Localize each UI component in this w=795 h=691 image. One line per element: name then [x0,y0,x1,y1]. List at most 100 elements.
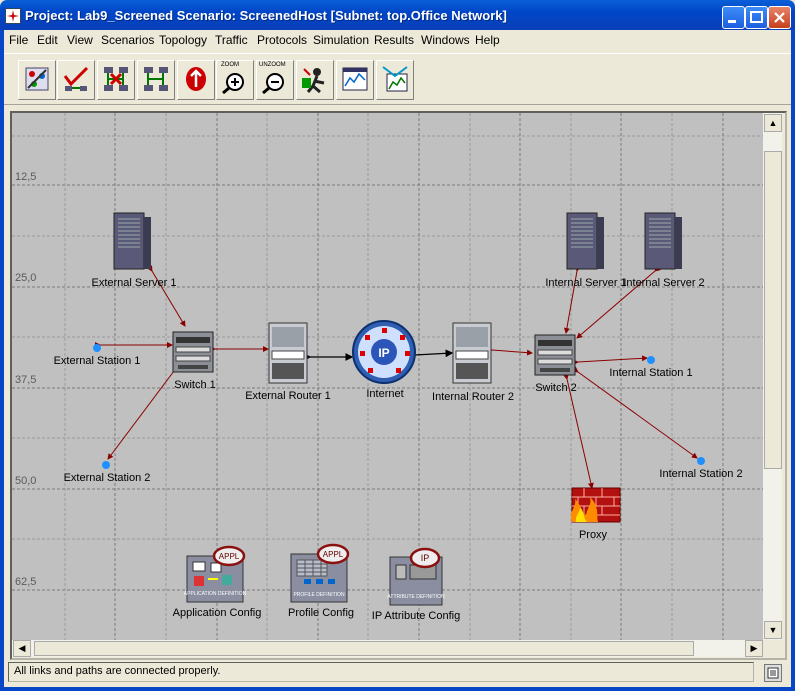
internal-server-2-icon[interactable] [644,212,682,270]
object-palette-button[interactable] [18,60,56,100]
application-appl-badge: APPL [219,552,240,561]
menu-traffic[interactable]: Traffic [215,33,248,47]
zoom-label: ZOOM [221,62,239,68]
toolbar: ZOOM UNZOOM [4,53,791,105]
profile-config-label: Profile Config [287,607,355,619]
horizontal-scroll-thumb[interactable] [34,641,694,656]
status-log-icon[interactable] [764,664,782,682]
hide-graphs-button[interactable] [376,60,414,100]
unzoom-button[interactable]: UNZOOM [256,60,294,100]
menu-windows[interactable]: Windows [421,33,470,47]
switch-1-icon[interactable] [172,331,214,373]
internal-router-2-label: Internal Router 2 [432,391,514,403]
maximize-button[interactable] [745,6,768,29]
external-server-1-label: External Server 1 [91,277,177,289]
menu-edit[interactable]: Edit [37,33,58,47]
configure-simulation-button[interactable] [296,60,334,100]
y-axis-label-1: 12,5 [15,171,37,183]
proxy-firewall-icon[interactable] [570,487,621,523]
link-switch2-int-station1[interactable] [572,355,648,366]
y-axis-label-3: 37,5 [15,374,37,386]
internal-station-1-icon[interactable] [647,356,655,364]
y-axis-label-5: 62,5 [15,576,37,588]
view-results-button[interactable] [336,60,374,100]
vertical-scroll-thumb[interactable] [764,151,782,469]
attribute-definition-text: ATTRIBUTE DEFINITION [387,594,445,600]
fail-link-button[interactable] [97,60,135,100]
network-canvas[interactable]: IP APPLICATION DEFINITION APPL PROFILE D… [12,113,763,640]
hide-graphs-icon [382,66,408,92]
check-links-button[interactable] [57,60,95,100]
minimize-icon [728,20,736,23]
y-axis-label-2: 25,0 [15,272,37,284]
link-ext-station2-switch1[interactable] [107,365,180,460]
minimize-button[interactable] [722,6,745,29]
internal-router-2-icon[interactable] [452,322,492,384]
menu-bar: File Edit View Scenarios Topology Traffi… [4,30,791,50]
application-config-icon[interactable]: APPLICATION DEFINITION APPL [184,545,247,603]
close-icon [774,12,785,23]
internet-ip-badge: IP [378,346,389,360]
zoom-icon [222,73,244,94]
switch-2-icon[interactable] [534,334,576,376]
internal-station-1-label: Internal Station 1 [609,367,693,379]
scroll-up-button[interactable]: ▲ [764,114,782,132]
close-button[interactable] [768,6,791,29]
ip-attribute-ip-badge: IP [421,553,430,563]
unzoom-icon [262,73,284,94]
scroll-right-button[interactable]: ▶ [745,640,763,657]
menu-file[interactable]: File [9,33,28,47]
fail-link-icon [104,67,128,91]
internal-station-2-label: Internal Station 2 [659,468,743,480]
link-switch2-int-station2[interactable] [572,366,698,459]
status-bar: All links and paths are connected proper… [8,662,754,682]
zoom-button[interactable]: ZOOM [216,60,254,100]
application-definition-text: APPLICATION DEFINITION [184,591,247,597]
menu-results[interactable]: Results [374,33,414,47]
switch-1-label: Switch 1 [174,379,216,391]
link-int-router2-switch2[interactable] [486,346,533,356]
ip-attribute-config-label: IP Attribute Config [371,610,461,622]
proxy-label: Proxy [578,529,608,541]
link-internet-int-router2[interactable] [408,349,454,360]
profile-config-icon[interactable]: PROFILE DEFINITION APPL [290,543,350,603]
internal-server-1-icon[interactable] [566,212,604,270]
menu-simulation[interactable]: Simulation [313,33,369,47]
configure-simulation-icon [302,68,325,94]
menu-scenarios[interactable]: Scenarios [101,33,154,47]
window-frame-bottom [0,687,795,691]
profile-appl-badge: APPL [323,550,344,559]
app-icon[interactable] [5,8,21,24]
profile-definition-text: PROFILE DEFINITION [293,592,345,598]
y-axis-label-4: 50,0 [15,475,37,487]
menu-protocols[interactable]: Protocols [257,33,307,47]
vertical-scrollbar[interactable]: ▲ ▼ [763,113,782,640]
unzoom-label: UNZOOM [259,62,286,68]
window-frame-right [791,30,795,691]
scroll-down-button[interactable]: ▼ [764,621,782,639]
internet-ip-cloud-icon[interactable]: IP [352,320,416,384]
application-config-label: Application Config [172,607,262,619]
recover-link-icon [144,67,168,91]
external-station-2-icon[interactable] [102,461,110,469]
menu-topology[interactable]: Topology [159,33,207,47]
return-to-parent-icon [186,67,206,91]
ip-attribute-config-icon[interactable]: ATTRIBUTE DEFINITION IP [387,547,445,606]
window-frame-left [0,30,4,691]
internal-station-2-icon[interactable] [697,457,705,465]
recover-link-button[interactable] [137,60,175,100]
return-to-parent-button[interactable] [177,60,215,100]
status-message: All links and paths are connected proper… [14,665,221,677]
internal-server-2-label: Internal Server 2 [623,277,705,289]
external-station-1-label: External Station 1 [53,355,141,367]
scroll-left-button[interactable]: ◀ [13,640,31,657]
external-station-1-icon[interactable] [93,344,101,352]
horizontal-scrollbar[interactable]: ◀ ▶ [12,640,763,657]
menu-help[interactable]: Help [475,33,500,47]
external-router-1-icon[interactable] [268,322,308,384]
menu-view[interactable]: View [67,33,93,47]
external-server-1-icon[interactable] [113,212,151,270]
view-results-icon [342,67,368,91]
title-bar: Project: Lab9_Screened Scenario: Screene… [0,0,795,30]
maximize-icon [750,11,763,23]
